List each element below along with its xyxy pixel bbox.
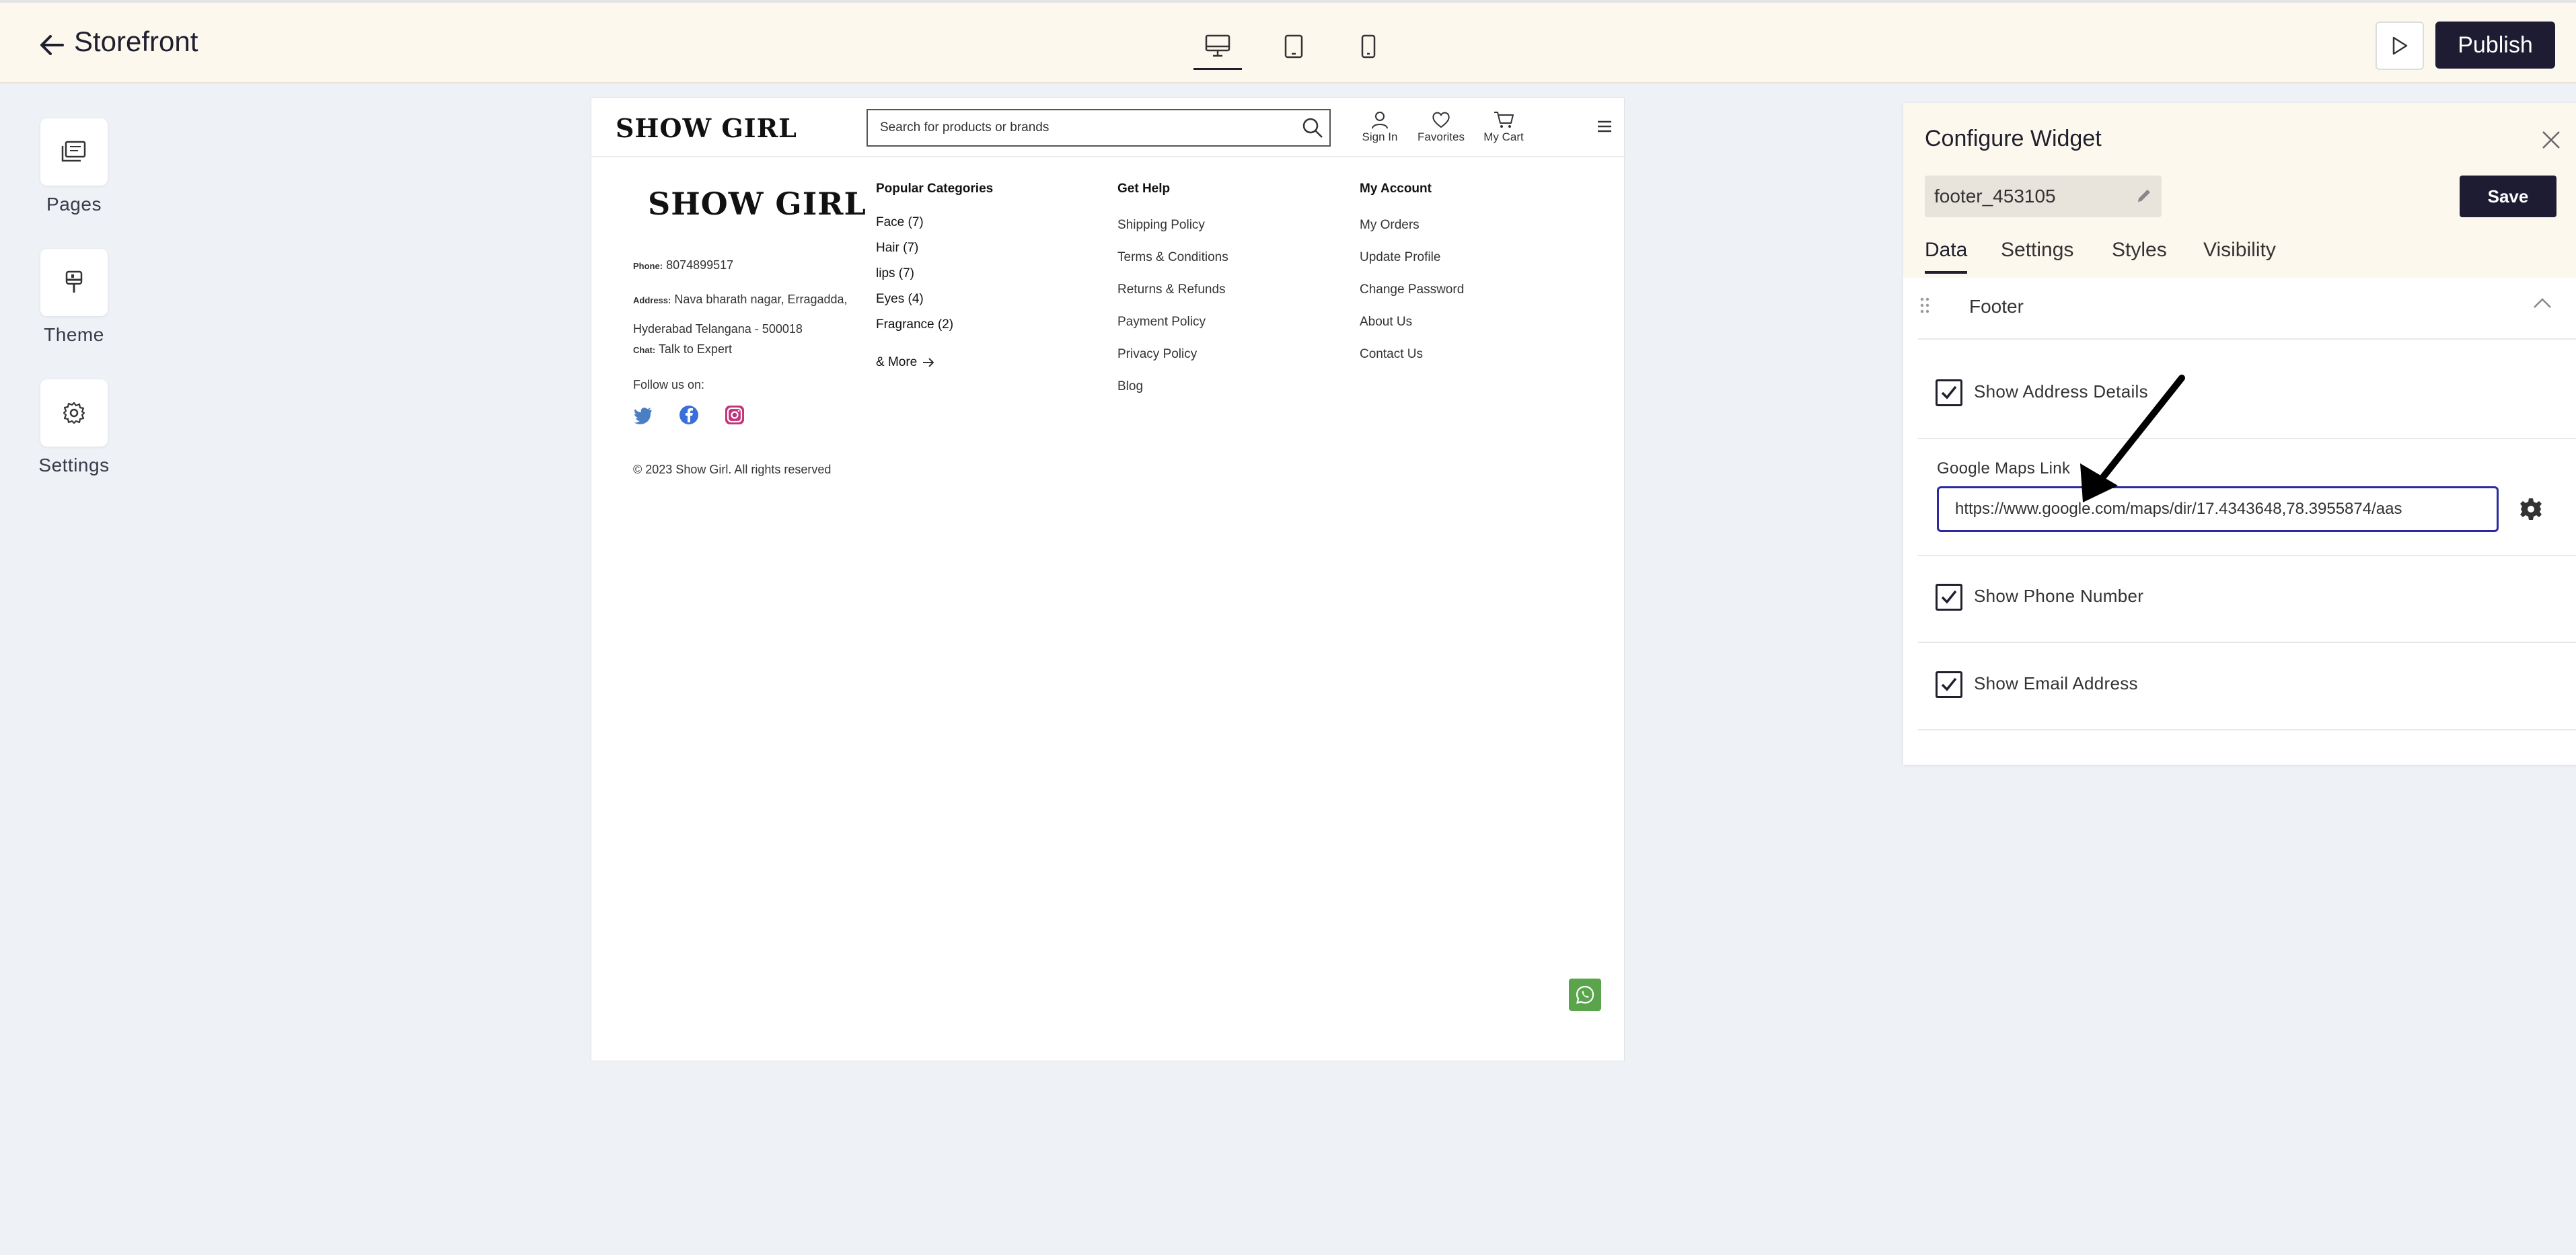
cart-icon xyxy=(1494,112,1514,128)
divider xyxy=(1918,338,2576,340)
rail-settings-label: Settings xyxy=(38,455,110,476)
chevron-up-icon[interactable] xyxy=(2532,297,2552,313)
my-account-heading: My Account xyxy=(1360,182,1432,196)
tab-data[interactable]: Data xyxy=(1925,239,1968,274)
cart-button[interactable]: My Cart xyxy=(1473,109,1534,144)
category-link[interactable]: Eyes (4) xyxy=(876,292,924,307)
instagram-icon[interactable] xyxy=(725,405,745,425)
rail-theme-button[interactable] xyxy=(40,249,108,316)
tablet-view-button[interactable] xyxy=(1269,23,1318,70)
search-icon[interactable] xyxy=(1296,116,1329,139)
sign-in-button[interactable]: Sign In xyxy=(1350,109,1410,144)
rail-settings-button[interactable] xyxy=(40,379,108,447)
mobile-icon xyxy=(1361,34,1376,59)
site-search-box[interactable] xyxy=(867,109,1331,147)
category-link[interactable]: Face (7) xyxy=(876,215,924,230)
tab-settings[interactable]: Settings xyxy=(2001,239,2073,271)
save-button[interactable]: Save xyxy=(2460,176,2556,217)
help-link[interactable]: Payment Policy xyxy=(1117,315,1206,330)
site-logo[interactable]: SHOW GIRL xyxy=(616,113,797,143)
check-icon xyxy=(1941,385,1957,400)
panel-title: Configure Widget xyxy=(1925,126,2102,151)
help-link[interactable]: Blog xyxy=(1117,379,1143,394)
facebook-icon[interactable] xyxy=(679,405,699,425)
category-link[interactable]: lips (7) xyxy=(876,266,914,281)
footer-chat: Chat: Talk to Expert xyxy=(633,342,732,356)
follow-us-label: Follow us on: xyxy=(633,378,705,391)
account-link[interactable]: Update Profile xyxy=(1360,250,1440,265)
tab-styles[interactable]: Styles xyxy=(2112,239,2167,271)
site-header: SHOW GIRL Sign In Favorites My Cart xyxy=(591,98,1625,157)
hamburger-menu-icon[interactable] xyxy=(1596,118,1613,138)
show-phone-label: Show Phone Number xyxy=(1974,586,2144,606)
pencil-icon[interactable] xyxy=(2132,184,2156,208)
show-address-checkbox[interactable] xyxy=(1936,379,1962,406)
desktop-view-button[interactable] xyxy=(1193,23,1242,70)
widget-id-field[interactable]: footer_453105 xyxy=(1925,176,2162,217)
account-link[interactable]: My Orders xyxy=(1360,218,1420,233)
desktop-icon xyxy=(1205,34,1230,56)
tab-visibility[interactable]: Visibility xyxy=(2203,239,2276,271)
favorites-label: Favorites xyxy=(1418,130,1465,143)
whatsapp-button[interactable] xyxy=(1569,979,1601,1011)
more-categories-link[interactable]: & More xyxy=(876,355,934,370)
divider xyxy=(1918,438,2576,439)
section-title: Footer xyxy=(1969,296,2024,317)
account-link[interactable]: Contact Us xyxy=(1360,347,1423,362)
theme-icon xyxy=(65,270,83,293)
help-link[interactable]: Privacy Policy xyxy=(1117,347,1197,362)
heart-icon xyxy=(1432,112,1450,128)
top-bar: Storefront Publish xyxy=(0,0,2576,83)
cart-label: My Cart xyxy=(1483,130,1524,143)
drag-handle-icon[interactable] xyxy=(1918,295,1931,319)
help-link[interactable]: Shipping Policy xyxy=(1117,218,1205,233)
show-phone-checkbox[interactable] xyxy=(1936,584,1962,611)
rail-theme-label: Theme xyxy=(44,324,104,345)
check-icon xyxy=(1941,590,1957,604)
mobile-view-button[interactable] xyxy=(1344,23,1393,70)
divider xyxy=(1918,642,2576,643)
rail-pages-label: Pages xyxy=(46,194,102,215)
popular-categories-heading: Popular Categories xyxy=(876,182,994,196)
gear-icon xyxy=(63,402,85,424)
show-email-label: Show Email Address xyxy=(1974,673,2138,693)
play-icon xyxy=(2392,36,2408,55)
gear-icon[interactable] xyxy=(2519,497,2543,525)
site-search-input[interactable] xyxy=(868,120,1296,135)
get-help-heading: Get Help xyxy=(1117,182,1171,196)
favorites-button[interactable]: Favorites xyxy=(1411,109,1471,144)
annotation-arrow-icon xyxy=(2080,375,2185,502)
preview-canvas: SHOW GIRL Sign In Favorites My Cart SHOW… xyxy=(591,98,1625,1061)
rail-pages-button[interactable] xyxy=(40,118,108,186)
maps-link-input[interactable] xyxy=(1937,486,2499,532)
show-email-checkbox[interactable] xyxy=(1936,671,1962,698)
whatsapp-icon xyxy=(1576,985,1594,1004)
arrow-right-icon xyxy=(923,358,934,367)
category-link[interactable]: Fragrance (2) xyxy=(876,317,953,332)
category-link[interactable]: Hair (7) xyxy=(876,241,918,256)
twitter-icon[interactable] xyxy=(633,405,653,425)
tablet-icon xyxy=(1284,34,1303,59)
user-icon xyxy=(1372,112,1388,129)
check-icon xyxy=(1941,677,1957,691)
preview-button[interactable] xyxy=(2376,22,2424,70)
copyright-text: © 2023 Show Girl. All rights reserved xyxy=(633,463,832,476)
pages-icon xyxy=(61,141,86,162)
divider xyxy=(1918,555,2576,556)
publish-button[interactable]: Publish xyxy=(2435,22,2555,69)
help-link[interactable]: Terms & Conditions xyxy=(1117,250,1228,265)
configure-widget-panel: Configure Widget footer_453105 Save Data… xyxy=(1903,103,2576,765)
help-link[interactable]: Returns & Refunds xyxy=(1117,282,1226,297)
divider xyxy=(1918,729,2576,730)
maps-link-label: Google Maps Link xyxy=(1937,459,2071,478)
close-icon[interactable] xyxy=(2534,123,2568,157)
footer-address: Address: Nava bharath nagar, Erragadda, … xyxy=(633,293,848,336)
account-link[interactable]: Change Password xyxy=(1360,282,1464,297)
sign-in-label: Sign In xyxy=(1362,130,1398,143)
footer-phone: Phone: 8074899517 xyxy=(633,258,734,272)
account-link[interactable]: About Us xyxy=(1360,315,1412,330)
back-arrow-icon[interactable] xyxy=(35,28,69,62)
footer-logo: SHOW GIRL xyxy=(648,186,867,222)
app-title: Storefront xyxy=(74,26,198,57)
